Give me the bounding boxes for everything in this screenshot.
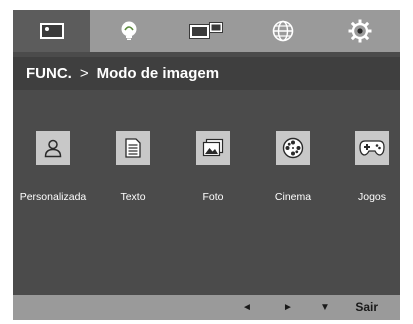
mode-texto[interactable]: Texto bbox=[96, 131, 170, 203]
mode-personalizada[interactable]: Personalizada bbox=[16, 131, 90, 203]
gear-icon bbox=[348, 19, 371, 43]
mode-label: Texto bbox=[120, 191, 146, 203]
photo-icon bbox=[202, 138, 224, 157]
globe-icon bbox=[272, 20, 293, 42]
mode-icon-box bbox=[116, 131, 150, 165]
tab-picture[interactable] bbox=[13, 10, 90, 52]
mode-jogos[interactable]: Jogos bbox=[335, 131, 400, 203]
page-title: Modo de imagem bbox=[96, 65, 220, 82]
breadcrumb-section: FUNC. bbox=[26, 65, 72, 82]
eco-bulb-icon bbox=[121, 21, 136, 40]
left-arrow-button[interactable]: ◄ bbox=[240, 295, 254, 320]
exit-button[interactable]: Sair bbox=[355, 295, 378, 320]
mode-label: Cinema bbox=[274, 191, 312, 203]
picture-icon bbox=[39, 23, 64, 39]
tab-settings[interactable] bbox=[321, 10, 398, 52]
breadcrumb-separator: > bbox=[79, 65, 89, 82]
mode-icon-box bbox=[276, 131, 310, 165]
pip-screens-icon bbox=[188, 22, 223, 39]
document-icon bbox=[125, 138, 141, 158]
mode-icon-box bbox=[36, 131, 70, 165]
gamepad-icon bbox=[359, 140, 385, 156]
mode-icon-box bbox=[355, 131, 389, 165]
mode-label: Personalizada bbox=[19, 191, 87, 203]
mode-label: Jogos bbox=[357, 191, 387, 203]
tab-language[interactable] bbox=[244, 10, 321, 52]
tab-eco[interactable] bbox=[90, 10, 167, 52]
mode-cinema[interactable]: Cinema bbox=[256, 131, 330, 203]
osd-menu: FUNC. > Modo de imagem Personalizada Tex… bbox=[13, 10, 400, 320]
breadcrumb: FUNC. > Modo de imagem bbox=[13, 57, 400, 90]
person-icon bbox=[44, 139, 62, 158]
tab-pip[interactable] bbox=[167, 10, 244, 52]
picture-mode-list: Personalizada Texto Foto Cinema Jogos bbox=[13, 90, 400, 295]
tab-bar bbox=[13, 10, 400, 52]
mode-foto[interactable]: Foto bbox=[176, 131, 250, 203]
down-arrow-button[interactable]: ▼ bbox=[318, 295, 332, 320]
right-arrow-button[interactable]: ► bbox=[281, 295, 295, 320]
mode-icon-box bbox=[196, 131, 230, 165]
control-bar: ◄ ► ▼ Sair bbox=[13, 295, 400, 320]
mode-label: Foto bbox=[202, 191, 224, 203]
film-reel-icon bbox=[282, 137, 304, 159]
